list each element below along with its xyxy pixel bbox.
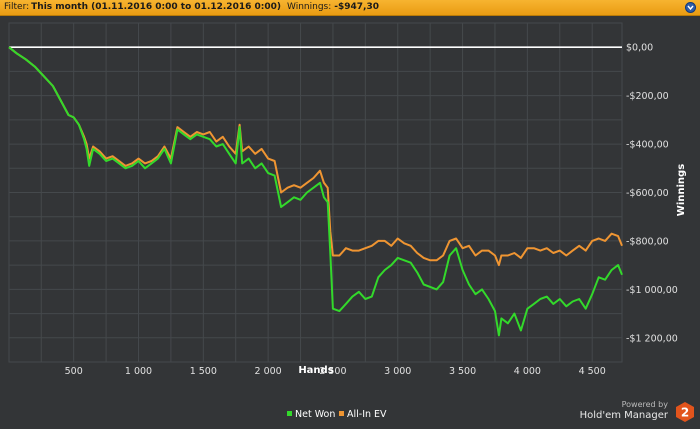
chart-grid <box>8 22 623 363</box>
y-tick-label: -$1 000,00 <box>626 285 678 296</box>
y-tick-label: -$600,00 <box>626 188 669 199</box>
x-tick-label: 500 <box>65 366 83 377</box>
x-tick-label: 1 500 <box>190 366 217 377</box>
filter-dropdown-icon[interactable] <box>685 2 696 13</box>
filter-value[interactable]: This month (01.11.2016 0:00 to 01.12.201… <box>31 0 281 15</box>
x-tick-label: 2 000 <box>255 366 282 377</box>
winnings-label: Winnings: <box>287 2 332 12</box>
y-axis-ticks: $0,00 -$200,00 -$400,00 -$600,00 -$800,00 -$1… <box>626 43 678 345</box>
chart-legend: Net Won All-In EV <box>287 409 387 420</box>
hem-logo-icon: 2 <box>676 402 694 422</box>
winnings-value: -$947,30 <box>334 2 379 12</box>
powered-by-text: Powered by <box>621 400 668 409</box>
legend-label[interactable]: Net Won <box>295 409 335 420</box>
x-tick-label: 4 000 <box>514 366 541 377</box>
x-axis-ticks: 500 1 000 1 500 2 000 2 500 3 000 3 500 4 000 4 … <box>65 366 606 377</box>
series-line-net-won <box>8 46 623 337</box>
x-tick-label: 3 000 <box>384 366 411 377</box>
legend-swatch <box>339 411 344 416</box>
x-axis-title: Hands <box>298 365 333 376</box>
filter-bar: Filter: This month (01.11.2016 0:00 to 01… <box>0 0 700 16</box>
x-tick-label: 1 000 <box>125 366 152 377</box>
filter-label: Filter: <box>4 2 30 12</box>
y-tick-label: $0,00 <box>626 43 653 54</box>
legend-swatch <box>287 411 292 416</box>
chart-series <box>8 46 623 337</box>
y-tick-label: -$200,00 <box>626 91 669 102</box>
branding: Powered by Hold'em Manager 2 <box>580 399 696 425</box>
y-tick-label: -$400,00 <box>626 140 669 151</box>
legend-label[interactable]: All-In EV <box>347 409 387 420</box>
x-tick-label: 3 500 <box>449 366 476 377</box>
y-axis-title: Winnings <box>676 164 687 216</box>
svg-text:2: 2 <box>681 406 689 420</box>
y-tick-label: -$1 200,00 <box>626 333 678 344</box>
product-name: Hold'em Manager <box>579 410 668 421</box>
y-tick-label: -$800,00 <box>626 236 669 247</box>
winnings-chart: 500 1 000 1 500 2 000 2 500 3 000 3 500 4 000 4 … <box>8 22 687 420</box>
x-tick-label: 4 500 <box>579 366 606 377</box>
